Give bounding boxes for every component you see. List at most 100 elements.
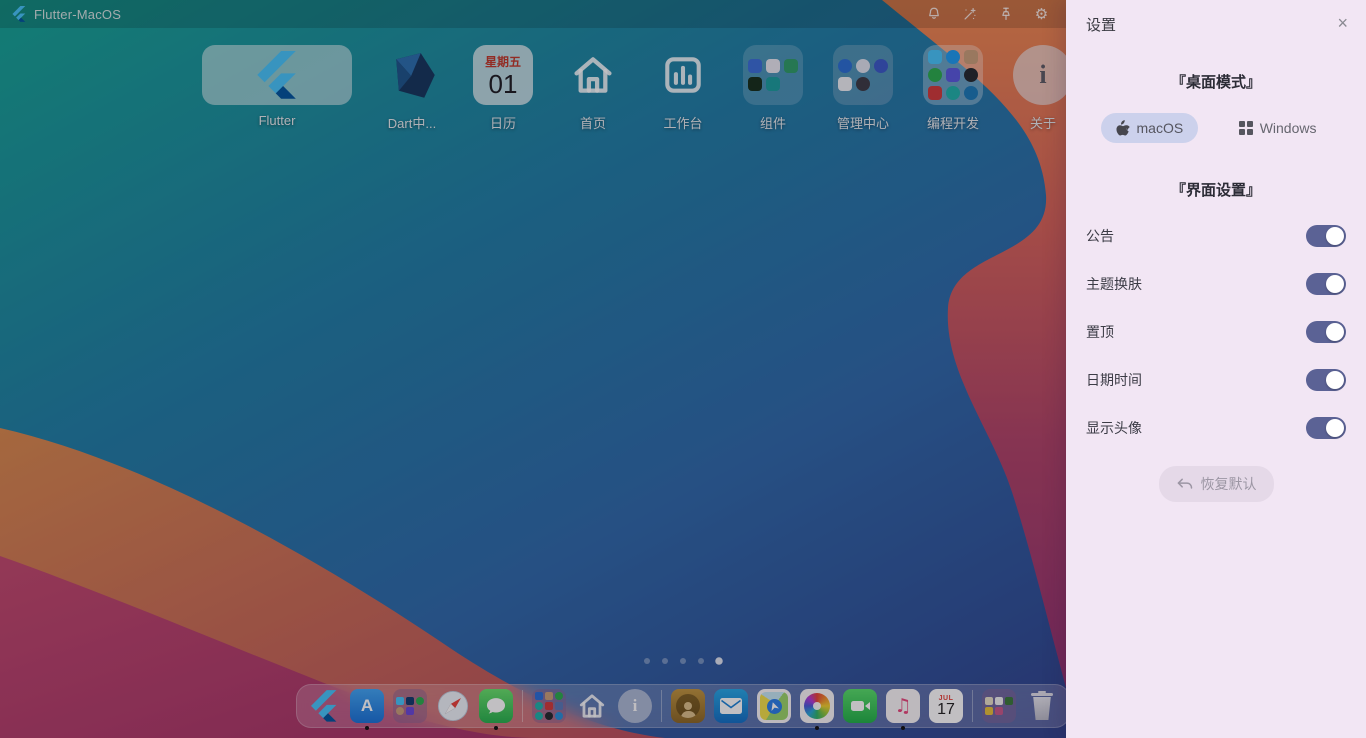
- dock-item-apps-folder[interactable]: [982, 689, 1016, 723]
- desktop-icon-label: 组件: [760, 113, 786, 132]
- windows-icon: [1239, 121, 1253, 135]
- page-dot[interactable]: [662, 658, 668, 664]
- toggle-row-announcement: 公告: [1066, 212, 1366, 260]
- page-dot[interactable]: [680, 658, 686, 664]
- dock: A: [296, 684, 1070, 728]
- toggle-label: 日期时间: [1086, 370, 1142, 390]
- flutter-logo-icon: [12, 6, 26, 22]
- bell-icon[interactable]: [925, 6, 942, 23]
- dock-item-home[interactable]: [575, 689, 609, 723]
- person-icon: [676, 694, 700, 718]
- folder-preview-grid: [396, 697, 424, 715]
- desktop-icon-label: 日历: [490, 113, 516, 132]
- desktop-folder-admin[interactable]: 管理中心: [833, 45, 893, 132]
- page-dot[interactable]: [698, 658, 704, 664]
- bar-chart-icon: [653, 45, 713, 105]
- desktop-icon-home[interactable]: 首页: [563, 45, 623, 132]
- dock-item-music[interactable]: ♫: [886, 689, 920, 723]
- desktop-icon-dart[interactable]: Dart中...: [382, 45, 442, 132]
- show-avatar-toggle[interactable]: [1306, 417, 1346, 439]
- mode-option-macos[interactable]: macOS: [1101, 113, 1199, 143]
- video-camera-icon: [851, 701, 864, 711]
- flutter-widget-tile: [202, 45, 352, 105]
- flutter-logo-icon: [311, 690, 337, 722]
- gear-icon[interactable]: ⚙: [1033, 6, 1050, 23]
- dock-item-trash[interactable]: [1025, 689, 1059, 723]
- desktop-icon-label: 关于: [1030, 113, 1056, 132]
- dock-item-app-store[interactable]: A: [350, 689, 384, 723]
- folder-preview-grid: [833, 45, 893, 105]
- settings-title: 设置: [1086, 14, 1116, 35]
- mode-option-windows[interactable]: Windows: [1224, 113, 1331, 143]
- info-glyph: i: [1039, 60, 1046, 90]
- toggle-list: 公告 主题换肤 置顶 日期时间 显示头像: [1066, 212, 1366, 452]
- desktop-icon-label: Dart中...: [388, 113, 436, 132]
- dock-item-mail[interactable]: [714, 689, 748, 723]
- toggle-label: 公告: [1086, 226, 1114, 246]
- folder-preview-grid: [535, 692, 563, 720]
- dock-item-photos[interactable]: [800, 689, 834, 723]
- page-dot[interactable]: [644, 658, 650, 664]
- desktop-icon-workbench[interactable]: 工作台: [653, 45, 713, 132]
- toggle-row-avatar: 显示头像: [1066, 404, 1366, 452]
- dock-item-messages[interactable]: [479, 689, 513, 723]
- info-icon: i: [1013, 45, 1073, 105]
- envelope-icon: [720, 698, 742, 714]
- calendar-widget: 星期五 01: [473, 45, 533, 105]
- music-note-icon: ♫: [894, 697, 911, 716]
- desktop-icon-label: 工作台: [663, 113, 702, 132]
- dock-item-facetime[interactable]: [843, 689, 877, 723]
- dock-item-calendar[interactable]: JUL 17: [929, 689, 963, 723]
- dock-item-maps[interactable]: [757, 689, 791, 723]
- theme-skin-toggle[interactable]: [1306, 273, 1346, 295]
- page-dot[interactable]: [715, 657, 723, 665]
- calendar-day: 01: [489, 71, 518, 97]
- running-indicator: [365, 726, 369, 730]
- titlebar: Flutter-MacOS ⚙: [0, 0, 1066, 28]
- running-indicator: [901, 726, 905, 730]
- dock-item-safari[interactable]: [436, 689, 470, 723]
- magic-wand-icon[interactable]: [961, 6, 978, 23]
- dock-item-flutter[interactable]: [307, 689, 341, 723]
- home-icon: [563, 45, 623, 105]
- page-indicator: [644, 658, 722, 664]
- desktop-icon-about[interactable]: i 关于: [1013, 45, 1073, 132]
- toggle-row-pin-top: 置顶: [1066, 308, 1366, 356]
- dart-logo-icon: [382, 45, 442, 105]
- dock-item-dev-folder[interactable]: [393, 689, 427, 723]
- dock-item-contacts[interactable]: [671, 689, 705, 723]
- running-indicator: [494, 726, 498, 730]
- pin-top-toggle[interactable]: [1306, 321, 1346, 343]
- dock-separator: [661, 690, 662, 722]
- titlebar-actions: ⚙: [925, 6, 1054, 23]
- folder-preview-grid: [923, 45, 983, 105]
- close-icon[interactable]: ×: [1335, 14, 1350, 32]
- dock-item-coding-folder[interactable]: [532, 689, 566, 723]
- calendar-weekday: 星期五: [485, 53, 521, 70]
- settings-panel: 设置 × 『桌面模式』 macOS Windows 『界面设置』 公告 主题换肤…: [1066, 0, 1366, 738]
- apple-icon: [1116, 120, 1130, 136]
- datetime-toggle[interactable]: [1306, 369, 1346, 391]
- pin-icon[interactable]: [997, 6, 1014, 23]
- restore-defaults-button[interactable]: 恢复默认: [1159, 466, 1274, 502]
- app-store-glyph: A: [361, 696, 373, 716]
- toggle-label: 主题换肤: [1086, 274, 1142, 294]
- announcement-toggle[interactable]: [1306, 225, 1346, 247]
- desktop-icon-label: 首页: [580, 113, 606, 132]
- trash-icon: [1030, 691, 1054, 721]
- toggle-label: 显示头像: [1086, 418, 1142, 438]
- desktop-folder-components[interactable]: 组件: [743, 45, 803, 132]
- desktop-icon-label: Flutter: [259, 113, 296, 128]
- folder-preview-grid: [743, 45, 803, 105]
- desktop-icon-calendar[interactable]: 星期五 01 日历: [473, 45, 533, 132]
- desktop-icon-label: 编程开发: [927, 113, 979, 132]
- dock-item-about[interactable]: i: [618, 689, 652, 723]
- desktop-icon-flutter[interactable]: Flutter: [202, 45, 352, 128]
- desktop-icon-label: 管理中心: [837, 113, 889, 132]
- ui-settings-section-title: 『界面设置』: [1066, 179, 1366, 200]
- info-glyph: i: [633, 696, 638, 716]
- mode-option-label: macOS: [1137, 120, 1184, 136]
- desktop-folder-dev[interactable]: 编程开发: [923, 45, 983, 132]
- dock-separator: [972, 690, 973, 722]
- photos-flower-icon: [804, 693, 830, 719]
